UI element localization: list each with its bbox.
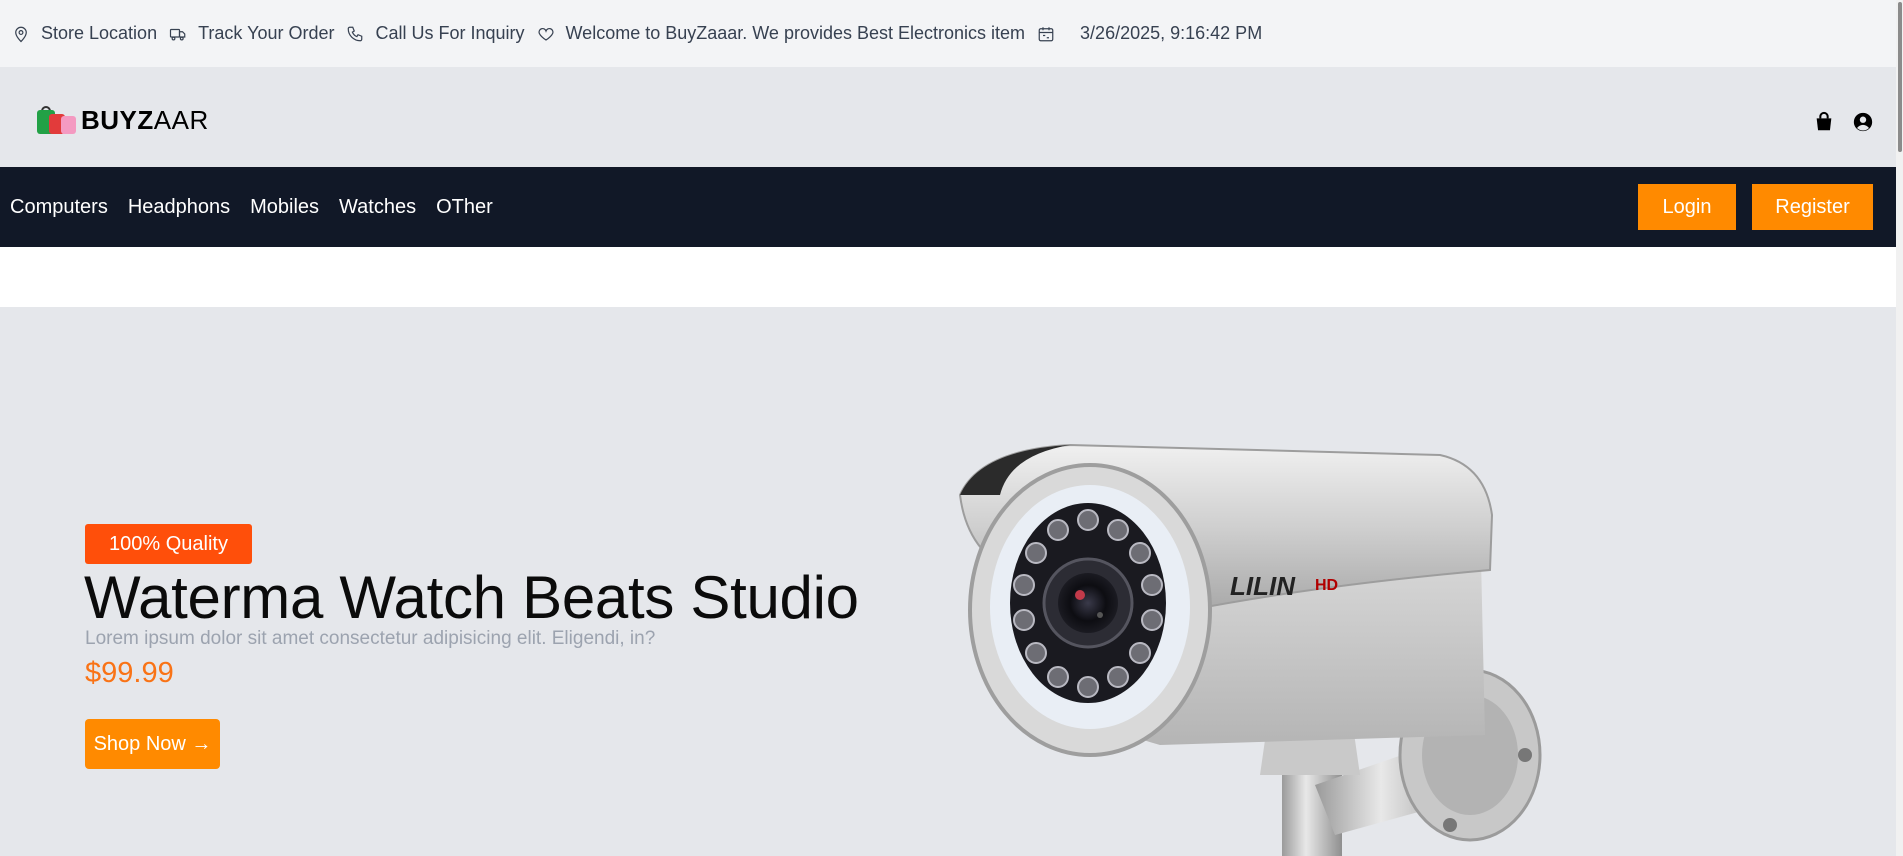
nav-link-watches[interactable]: Watches xyxy=(339,196,416,219)
user-circle-icon[interactable] xyxy=(1852,111,1874,133)
store-location-label: Store Location xyxy=(41,23,158,43)
login-button[interactable]: Login xyxy=(1638,184,1736,230)
nav-link-headphones[interactable]: Headphons xyxy=(128,196,230,219)
shopping-bags-logo-icon xyxy=(37,105,79,136)
logo[interactable]: BUYZ AAR xyxy=(37,105,209,136)
datetime-display: 3/26/2025, 9:16:42 PM xyxy=(1037,23,1262,44)
truck-icon xyxy=(169,28,186,40)
call-inquiry-link[interactable]: Call Us For Inquiry xyxy=(346,23,525,44)
auth-buttons: Login Register xyxy=(1638,184,1873,230)
quality-badge: 100% Quality xyxy=(85,524,252,564)
logo-text-bold: BUYZ xyxy=(81,105,154,135)
track-order-link[interactable]: Track Your Order xyxy=(169,23,334,44)
vertical-scrollbar[interactable] xyxy=(1896,0,1903,856)
welcome-message: Welcome to BuyZaaar. We provides Best El… xyxy=(537,23,1026,44)
heart-icon xyxy=(537,27,554,41)
top-info-bar: Store Location Track Your Order Call Us … xyxy=(0,0,1903,67)
hero-banner: 100% Quality Waterma Watch Beats Studio … xyxy=(0,307,1896,856)
logo-text-rest: AAR xyxy=(153,105,209,135)
camera-brand-text: LILIN xyxy=(1230,571,1296,601)
nav-link-mobiles[interactable]: Mobiles xyxy=(250,196,319,219)
hero-price: $99.99 xyxy=(85,657,174,689)
calendar-icon xyxy=(1038,26,1054,41)
hero-title: Waterma Watch Beats Studio xyxy=(84,564,859,631)
shop-now-button[interactable]: Shop Now → xyxy=(85,719,220,769)
category-links: Computers Headphons Mobiles Watches OThe… xyxy=(0,196,493,219)
map-pin-icon xyxy=(15,26,27,42)
site-header: BUYZ AAR xyxy=(0,67,1896,167)
call-inquiry-label: Call Us For Inquiry xyxy=(375,23,525,43)
hero-description: Lorem ipsum dolor sit amet consectetur a… xyxy=(85,628,656,649)
security-camera-image: LILIN HD xyxy=(958,443,1542,856)
shopping-bag-icon[interactable] xyxy=(1813,111,1835,133)
nav-link-computers[interactable]: Computers xyxy=(10,196,108,219)
scrollbar-thumb[interactable] xyxy=(1898,2,1902,152)
spacer xyxy=(0,247,1896,307)
welcome-label: Welcome to BuyZaaar. We provides Best El… xyxy=(565,23,1026,43)
datetime-label: 3/26/2025, 9:16:42 PM xyxy=(1080,23,1263,43)
camera-model-text: HD xyxy=(1315,577,1338,594)
track-order-label: Track Your Order xyxy=(198,23,335,43)
header-icons xyxy=(1813,111,1874,133)
register-button[interactable]: Register xyxy=(1752,184,1873,230)
store-location-link[interactable]: Store Location xyxy=(12,23,157,44)
nav-link-other[interactable]: OTher xyxy=(436,196,493,219)
phone-icon xyxy=(348,26,363,41)
main-nav: Computers Headphons Mobiles Watches OThe… xyxy=(0,167,1896,247)
